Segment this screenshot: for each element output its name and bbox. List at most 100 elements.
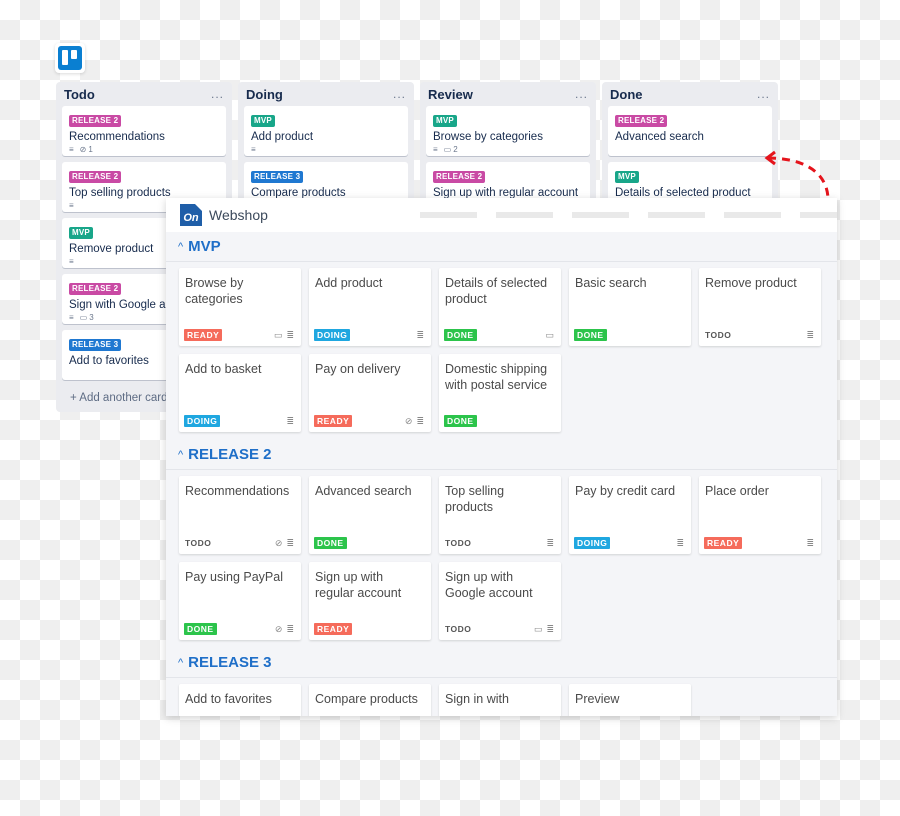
card-title: Add product bbox=[251, 131, 314, 143]
card-title: Pay using PayPal bbox=[185, 570, 283, 584]
story-card[interactable]: Add to favorites bbox=[179, 684, 301, 716]
status-badge: DOING bbox=[314, 329, 351, 341]
card-icons: ⊘ ≣ bbox=[275, 624, 294, 635]
card-title: Details of selected product bbox=[445, 276, 548, 306]
card-icons: ▭ ≣ bbox=[534, 624, 554, 635]
description-icon: ≡ bbox=[69, 145, 74, 154]
story-card[interactable]: Details of selected product DONE ▭ bbox=[439, 268, 561, 346]
card-label: MVP bbox=[615, 171, 639, 183]
chevron-up-icon[interactable]: ^ bbox=[178, 657, 183, 669]
comment-icon: ▭ bbox=[273, 329, 283, 340]
section-header[interactable]: ^ MVP bbox=[166, 232, 837, 262]
section-title: MVP bbox=[188, 238, 221, 255]
status-badge: READY bbox=[314, 623, 353, 635]
list-menu-icon[interactable]: ... bbox=[393, 87, 406, 101]
description-icon: ≣ bbox=[416, 415, 424, 426]
story-card[interactable]: Top selling products TODO ≣ bbox=[439, 476, 561, 554]
description-icon: ≡ bbox=[251, 145, 256, 154]
story-card[interactable]: Recommendations TODO ⊘ ≣ bbox=[179, 476, 301, 554]
nav-placeholder[interactable] bbox=[800, 212, 837, 218]
attachment-count: 1 bbox=[88, 145, 93, 154]
card-footer: TODO ≣ bbox=[704, 329, 814, 341]
card-label: RELEASE 2 bbox=[69, 283, 122, 295]
description-icon: ≣ bbox=[286, 623, 294, 634]
card-title: Preview bbox=[575, 692, 620, 706]
story-card[interactable]: Basic search DONE bbox=[569, 268, 691, 346]
list-menu-icon[interactable]: ... bbox=[211, 87, 224, 101]
chevron-up-icon[interactable]: ^ bbox=[178, 449, 183, 461]
list-header: Todo... bbox=[62, 82, 226, 106]
nav-placeholder[interactable] bbox=[496, 212, 553, 218]
card-icons: ≣ bbox=[286, 416, 294, 427]
story-card[interactable]: Browse by categories READY ▭ ≣ bbox=[179, 268, 301, 346]
story-card[interactable]: Domestic shipping with postal service DON… bbox=[439, 354, 561, 432]
story-card[interactable]: Sign in with bbox=[439, 684, 561, 716]
story-card[interactable]: Advanced search DONE bbox=[309, 476, 431, 554]
story-card[interactable]: Sign up with regular account READY bbox=[309, 562, 431, 640]
card-footer: DOING ≣ bbox=[574, 537, 684, 549]
story-card[interactable]: Pay on delivery READY ⊘ ≣ bbox=[309, 354, 431, 432]
story-card[interactable]: Add product DOING ≣ bbox=[309, 268, 431, 346]
card-label: RELEASE 2 bbox=[69, 171, 122, 183]
card-footer: DOING ≣ bbox=[184, 415, 294, 427]
card-title: Remove product bbox=[705, 276, 797, 290]
section-title: RELEASE 2 bbox=[188, 446, 272, 463]
comment-icon: ▭ 2 bbox=[443, 145, 458, 154]
story-card[interactable]: Preview bbox=[569, 684, 691, 716]
description-icon: ≣ bbox=[286, 537, 294, 548]
card-title: Add to basket bbox=[185, 362, 262, 376]
trello-card[interactable]: MVP Add product ≡ bbox=[244, 106, 408, 156]
section-header[interactable]: ^ RELEASE 2 bbox=[166, 440, 837, 470]
webshop-title: Webshop bbox=[209, 207, 268, 223]
card-title: Pay by credit card bbox=[575, 484, 676, 498]
webshop-header: On Webshop bbox=[166, 198, 837, 232]
list-menu-icon[interactable]: ... bbox=[575, 87, 588, 101]
card-label: RELEASE 2 bbox=[69, 115, 122, 127]
story-card[interactable]: Place order READY ≣ bbox=[699, 476, 821, 554]
list-menu-icon[interactable]: ... bbox=[757, 87, 770, 101]
card-title: Basic search bbox=[575, 276, 647, 290]
story-card[interactable]: Sign up with Google account TODO ▭ ≣ bbox=[439, 562, 561, 640]
story-card[interactable]: Compare products bbox=[309, 684, 431, 716]
nav-placeholder[interactable] bbox=[724, 212, 781, 218]
nav-placeholder[interactable] bbox=[420, 212, 477, 218]
nav-placeholder[interactable] bbox=[648, 212, 705, 218]
card-title: Recommendations bbox=[69, 131, 165, 143]
trello-card[interactable]: RELEASE 2 Recommendations ≡ ⊘ 1 bbox=[62, 106, 226, 156]
nav-placeholder[interactable] bbox=[572, 212, 629, 218]
card-footer: DOING ≣ bbox=[314, 329, 424, 341]
section-title: RELEASE 3 bbox=[188, 654, 272, 671]
status-badge: DONE bbox=[184, 623, 217, 635]
status-badge: TODO bbox=[445, 538, 472, 548]
card-icons: ⊘ ≣ bbox=[275, 538, 294, 549]
webshop-panel: On Webshop ^ MVP Browse by categories READY… bbox=[166, 198, 837, 716]
description-icon: ≡ bbox=[69, 313, 74, 322]
status-badge: TODO bbox=[445, 624, 472, 634]
logo-text: On bbox=[183, 212, 199, 224]
comment-count: 2 bbox=[453, 145, 458, 154]
trello-card[interactable]: RELEASE 2 Advanced search bbox=[608, 106, 772, 156]
card-badges: ≡ bbox=[251, 145, 401, 154]
list-title: Done bbox=[610, 86, 643, 102]
status-badge: DONE bbox=[444, 329, 477, 341]
description-icon: ≣ bbox=[806, 537, 814, 548]
section-header[interactable]: ^ RELEASE 3 bbox=[166, 648, 837, 678]
card-label: MVP bbox=[251, 115, 275, 127]
list-title: Doing bbox=[246, 86, 283, 102]
chevron-up-icon[interactable]: ^ bbox=[178, 241, 183, 253]
status-badge: DONE bbox=[314, 537, 347, 549]
story-card[interactable]: Pay by credit card DOING ≣ bbox=[569, 476, 691, 554]
story-card[interactable]: Remove product TODO ≣ bbox=[699, 268, 821, 346]
status-badge: DONE bbox=[444, 415, 477, 427]
story-card[interactable]: Pay using PayPal DONE ⊘ ≣ bbox=[179, 562, 301, 640]
trello-card[interactable]: MVP Browse by categories ≡ ▭ 2 bbox=[426, 106, 590, 156]
description-icon: ≡ bbox=[69, 201, 74, 210]
description-icon: ≣ bbox=[806, 329, 814, 340]
cards-grid: Browse by categories READY ▭ ≣ Add product DO… bbox=[166, 262, 837, 440]
card-footer: READY bbox=[314, 623, 424, 635]
card-icons: ▭ ≣ bbox=[274, 330, 294, 341]
list-review: Review... MVP Browse by categories ≡ ▭ 2 RELE… bbox=[420, 82, 596, 212]
card-title: Place order bbox=[705, 484, 769, 498]
story-card[interactable]: Add to basket DOING ≣ bbox=[179, 354, 301, 432]
card-title: Sign up with Google account bbox=[445, 570, 533, 600]
